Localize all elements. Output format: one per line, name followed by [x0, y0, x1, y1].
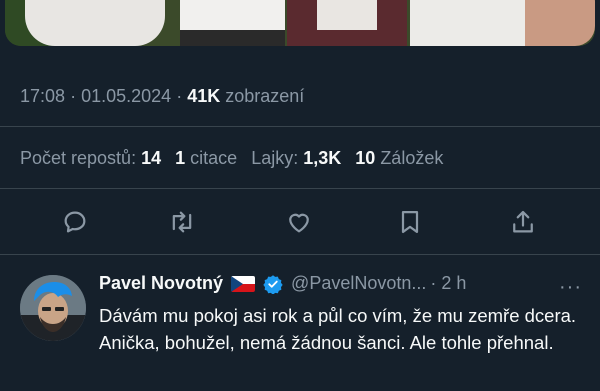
- tweet-stats: Počet repostů: 14 1 citace Lajky: 1,3K 1…: [20, 148, 457, 169]
- photo-shirt-3: [317, 0, 377, 30]
- tweet-photo[interactable]: [0, 0, 600, 46]
- quotes-stat[interactable]: 1 citace: [175, 148, 237, 169]
- reposts-count: 14: [141, 148, 162, 168]
- reply-tweet[interactable]: Pavel Novotný @PavelNovotn... · 2 h ··· …: [0, 262, 600, 391]
- likes-count: 1,3K: [303, 148, 342, 168]
- reposts-label: Počet repostů:: [20, 148, 137, 168]
- like-icon: [289, 213, 309, 233]
- share-icon: [513, 210, 533, 233]
- views-count[interactable]: 41K: [187, 86, 220, 106]
- photo-image[interactable]: [5, 0, 595, 46]
- likes-stat[interactable]: Lajky: 1,3K: [251, 148, 341, 169]
- avatar[interactable]: [20, 275, 86, 341]
- bookmarks-stat[interactable]: 10 Záložek: [355, 148, 443, 169]
- tweet-time[interactable]: 17:08: [20, 86, 65, 106]
- action-bar: [0, 200, 600, 244]
- repost-icon: [172, 211, 192, 233]
- divider-top: [0, 126, 600, 127]
- more-options-icon[interactable]: ···: [559, 276, 582, 299]
- reply-author-handle[interactable]: @PavelNovotn...: [291, 273, 426, 294]
- meta-separator: ·: [70, 86, 77, 106]
- reply-text: Dávám mu pokoj asi rok a půl co vím, že …: [99, 305, 577, 353]
- tweet-date[interactable]: 01.05.2024: [81, 86, 171, 106]
- likes-label: Lajky:: [251, 148, 299, 168]
- repost-button[interactable]: [164, 204, 200, 240]
- photo-arm: [525, 0, 595, 46]
- meta-separator-2: ·: [176, 86, 183, 106]
- photo-person-4: [410, 0, 535, 46]
- reply-time[interactable]: · 2 h: [430, 273, 466, 294]
- quotes-count: 1: [175, 148, 186, 168]
- tweet-meta: 17:08 · 01.05.2024 · 41K zobrazení: [20, 86, 304, 107]
- share-button[interactable]: [505, 204, 541, 240]
- reposts-stat[interactable]: Počet repostů: 14: [20, 148, 161, 169]
- photo-person-1: [25, 0, 165, 46]
- reply-author-name[interactable]: Pavel Novotný: [99, 273, 223, 294]
- bookmark-icon: [401, 210, 419, 234]
- reply-button[interactable]: [57, 204, 93, 240]
- reply-icon: [64, 211, 86, 233]
- verified-badge-icon: [263, 274, 283, 294]
- like-button[interactable]: [281, 204, 317, 240]
- quotes-label: citace: [190, 148, 238, 168]
- bookmarks-count: 10: [355, 148, 376, 168]
- photo-pants-2: [180, 30, 285, 46]
- reply-header: Pavel Novotný @PavelNovotn... · 2 h: [99, 273, 466, 294]
- divider-mid: [0, 188, 600, 189]
- bookmark-button[interactable]: [392, 204, 428, 240]
- divider-bottom: [0, 254, 600, 255]
- avatar-image: [20, 275, 86, 341]
- czech-flag-icon: [231, 275, 256, 292]
- views-label[interactable]: zobrazení: [225, 86, 304, 106]
- bookmarks-label: Záložek: [380, 148, 444, 168]
